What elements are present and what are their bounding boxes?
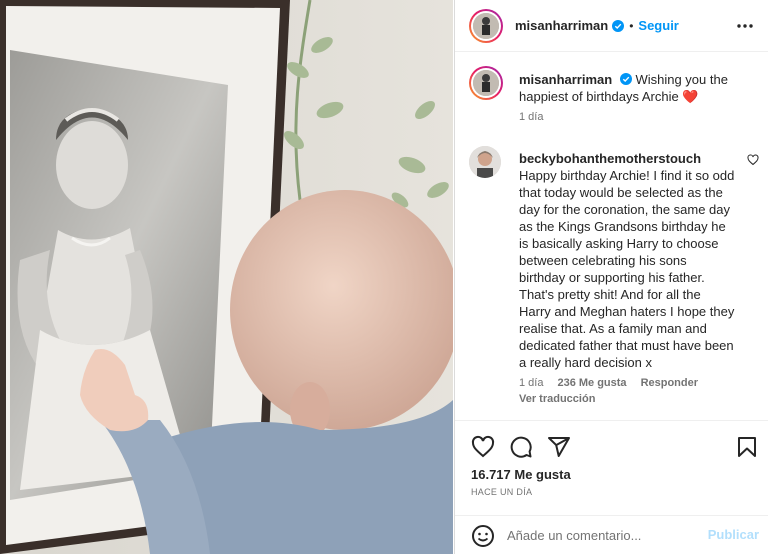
comment-timestamp[interactable]: 1 día (519, 377, 543, 389)
caption-avatar-image (473, 70, 499, 96)
caption-username[interactable]: misanharriman (519, 72, 612, 87)
see-translation-link[interactable]: Ver traducción (519, 393, 595, 405)
comment-meta: 1 día 236 Me gusta Responder (519, 377, 698, 389)
verified-badge-icon (619, 73, 632, 85)
comment-heart-icon[interactable] (747, 154, 759, 166)
add-comment-bar: Publicar (455, 515, 768, 554)
caption-avatar[interactable] (469, 66, 503, 100)
post-header: misanharriman • Seguir (455, 0, 768, 52)
comment-likes[interactable]: 236 Me gusta (557, 377, 626, 389)
follow-button[interactable]: Seguir (638, 18, 678, 33)
share-icon[interactable] (547, 435, 571, 459)
post-actions: 16.717 Me gusta HACE UN DÍA Publicar (455, 420, 768, 548)
author-username[interactable]: misanharriman (515, 18, 608, 33)
emoji-icon[interactable] (471, 524, 495, 548)
bookmark-icon[interactable] (735, 435, 759, 459)
comment-body: Happy birthday Archie! I find it so odd … (519, 168, 735, 370)
post-date: HACE UN DÍA (471, 487, 533, 497)
header-separator: • (629, 18, 634, 33)
publish-button[interactable]: Publicar (708, 527, 759, 542)
commenter-avatar[interactable] (469, 146, 501, 178)
comment-icon[interactable] (509, 435, 533, 459)
commenter-avatar-image (469, 146, 501, 178)
photo-illustration (0, 0, 453, 554)
author-avatar-image (473, 12, 499, 39)
author-avatar[interactable] (469, 8, 503, 43)
comment-username[interactable]: beckybohanthemotherstouch (519, 150, 735, 167)
heart-emoji: ❤️ (682, 89, 699, 104)
verified-badge-icon (612, 19, 625, 32)
reply-button[interactable]: Responder (641, 377, 698, 389)
heart-icon[interactable] (471, 435, 495, 459)
comment-text-block: beckybohanthemotherstouch Happy birthday… (519, 150, 735, 371)
post-sidebar: misanharriman • Seguir misanharriman Wis… (454, 0, 768, 554)
post-photo[interactable] (0, 0, 453, 554)
caption-text-block: misanharriman Wishing you the happiest o… (519, 71, 749, 105)
caption-timestamp[interactable]: 1 día (519, 111, 543, 123)
more-horizontal-icon[interactable] (735, 16, 755, 36)
comment-input[interactable] (507, 526, 697, 544)
like-count[interactable]: 16.717 Me gusta (471, 467, 571, 482)
